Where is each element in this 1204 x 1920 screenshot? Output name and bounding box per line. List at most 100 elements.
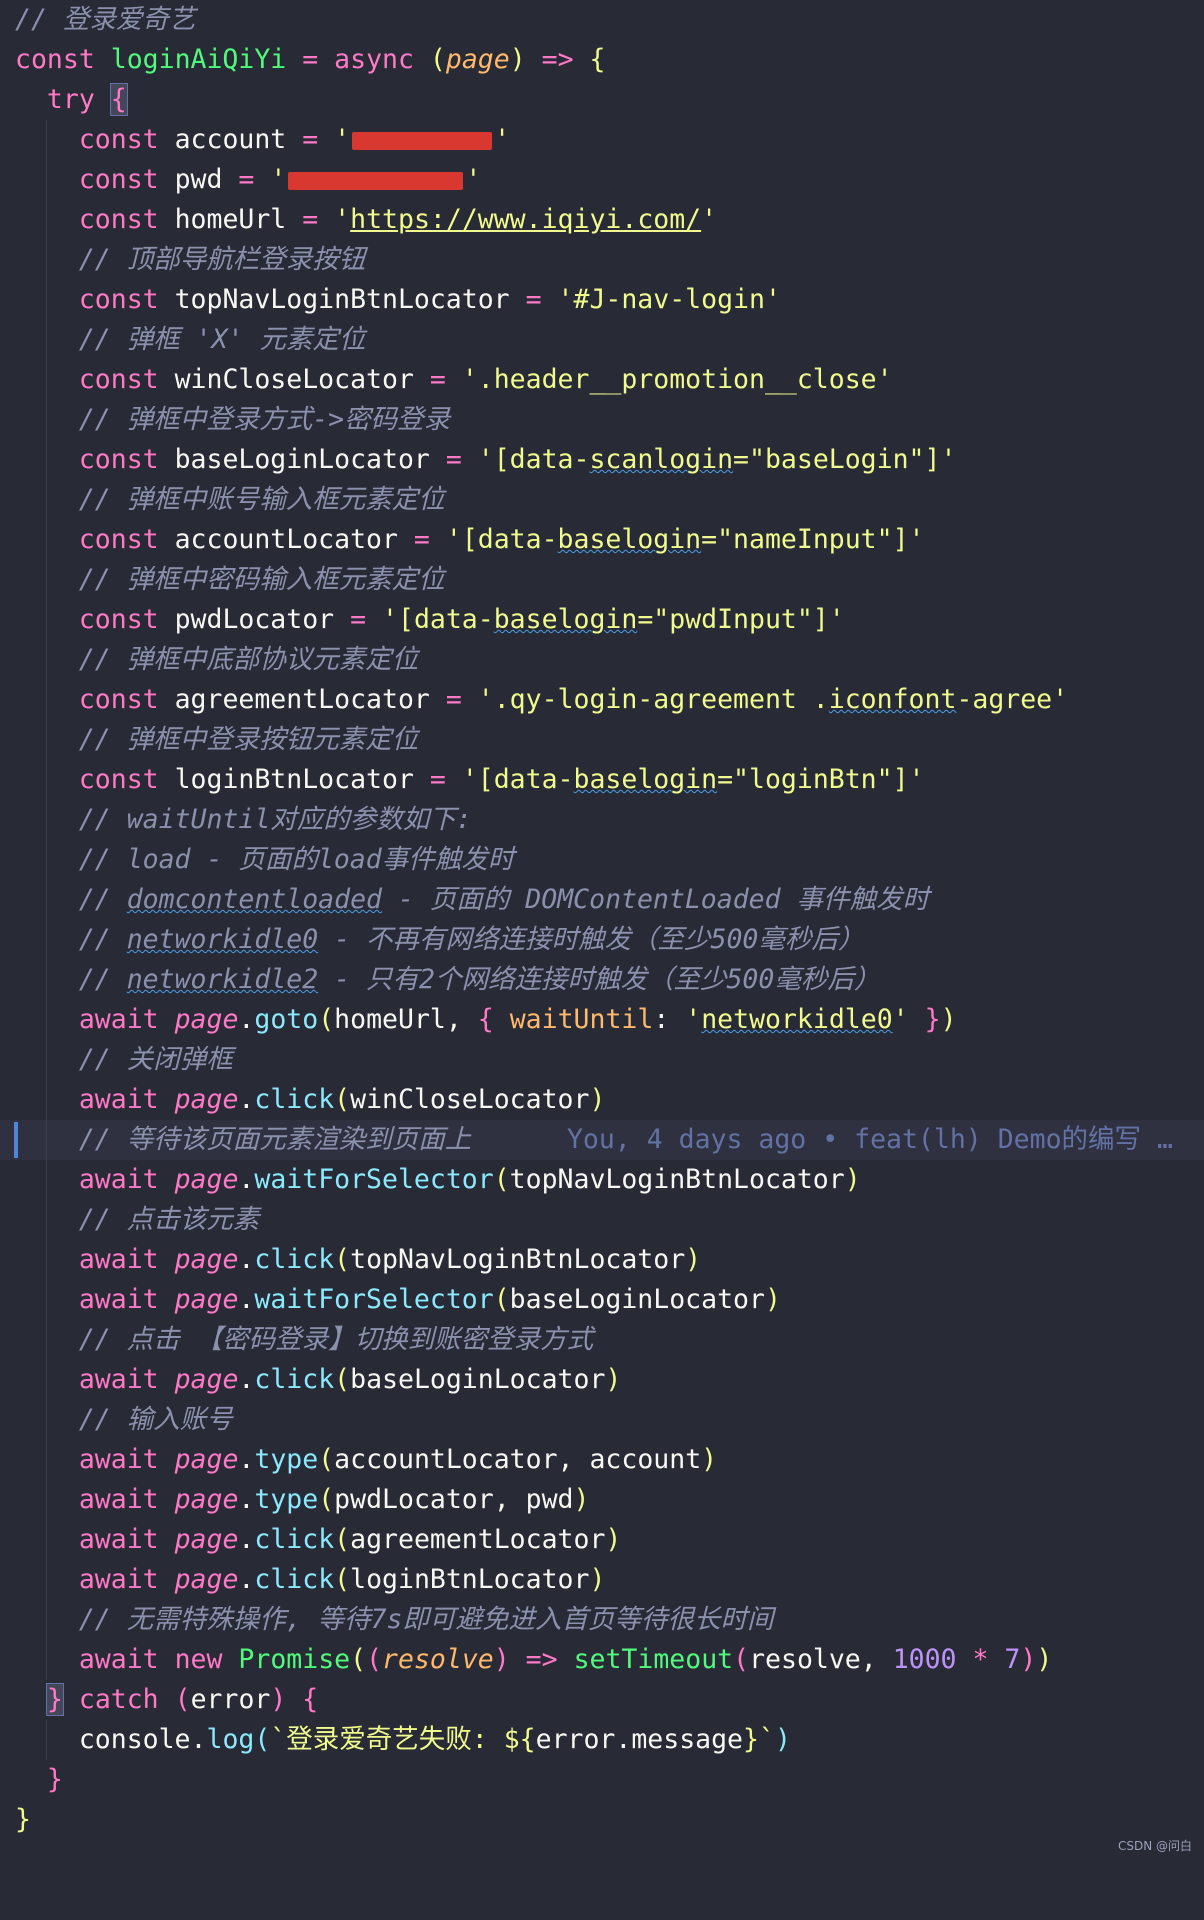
code-line: const account = ' ' — [0, 120, 1204, 160]
var-accountlocator: accountLocator — [174, 524, 398, 555]
code-line: // 点击该元素 — [0, 1200, 1204, 1240]
code-line: // load - 页面的load事件触发时 — [0, 840, 1204, 880]
comment: // networkidle0 - 不再有网络连接时触发（至少500毫秒后） — [78, 924, 865, 955]
comment: // 弹框中登录按钮元素定位 — [78, 724, 419, 755]
keyword-const: const — [78, 764, 159, 795]
comment: // domcontentloaded - 页面的 DOMContentLoad… — [78, 884, 930, 915]
code-line: // 无需特殊操作, 等待7s即可避免进入首页等待很长时间 — [0, 1600, 1204, 1640]
code-editor[interactable]: // 登录爱奇艺 const loginAiQiYi = async (page… — [0, 0, 1204, 1864]
var-baselogin: baseLoginLocator — [174, 444, 430, 475]
code-line: // 弹框中登录方式->密码登录 — [0, 400, 1204, 440]
redacted-value — [288, 171, 464, 190]
comment: // networkidle2 - 只有2个网络连接时触发（至少500毫秒后） — [78, 964, 881, 995]
spell-warning[interactable]: domcontentloaded — [127, 884, 382, 915]
string: '#J-nav-login' — [557, 284, 781, 315]
keyword-const: const — [78, 124, 159, 155]
active-line[interactable]: // 等待该页面元素渲染到页面上 You, 4 days ago • feat(… — [0, 1120, 1204, 1160]
redacted-value — [352, 131, 493, 150]
code-line: await page.click(winCloseLocator) — [0, 1080, 1204, 1120]
keyword-const: const — [78, 284, 159, 315]
method-call: click — [254, 1524, 335, 1555]
code-line: // waitUntil对应的参数如下: — [0, 800, 1204, 840]
watermark: CSDN @问白 — [1117, 1839, 1192, 1853]
page-object: page — [174, 1004, 239, 1035]
url-link[interactable]: https://www.iqiyi.com/ — [350, 204, 701, 235]
code-line: const topNavLoginBtnLocator = '#J-nav-lo… — [0, 280, 1204, 320]
method-call: click — [254, 1244, 335, 1275]
spell-warning[interactable]: networkidle0 — [127, 924, 318, 955]
string: '.header__promotion__close' — [461, 364, 893, 395]
keyword-const: const — [78, 164, 159, 195]
method-call: log — [206, 1724, 255, 1755]
code-line: const baseLoginLocator = '[data-scanlogi… — [0, 440, 1204, 480]
comment: // 弹框中登录方式->密码登录 — [78, 404, 451, 435]
code-line: // networkidle2 - 只有2个网络连接时触发（至少500毫秒后） — [0, 960, 1204, 1000]
keyword-const: const — [78, 204, 159, 235]
keyword-async: async — [334, 44, 414, 75]
code-line: // networkidle0 - 不再有网络连接时触发（至少500毫秒后） — [0, 920, 1204, 960]
comment: // 无需特殊操作, 等待7s即可避免进入首页等待很长时间 — [78, 1604, 774, 1635]
method-call: type — [254, 1444, 319, 1475]
comment: // 弹框 'X' 元素定位 — [78, 324, 366, 355]
spell-warning[interactable]: scanlogin — [589, 444, 733, 475]
spell-warning[interactable]: iconfont — [829, 684, 957, 715]
code-line: const loginAiQiYi = async (page) => { — [15, 44, 606, 75]
spell-warning[interactable]: networkidle2 — [127, 964, 318, 995]
comment: // 关闭弹框 — [78, 1044, 233, 1075]
comment: // 点击该元素 — [78, 1204, 260, 1235]
code-line: const homeUrl = 'https://www.iqiyi.com/' — [0, 200, 1204, 240]
comment: // load - 页面的load事件触发时 — [78, 844, 515, 875]
git-blame-annotation[interactable]: You, 4 days ago • feat(lh) Demo的编写 … — [567, 1124, 1173, 1155]
comment: // 登录爱奇艺 — [15, 4, 196, 35]
code-line: const agreementLocator = '.qy-login-agre… — [0, 680, 1204, 720]
spell-warning[interactable]: networkidle0 — [701, 1004, 892, 1035]
comment: // 点击 【密码登录】切换到账密登录方式 — [78, 1324, 594, 1355]
method-call: click — [254, 1564, 335, 1595]
function-call: setTimeout — [573, 1644, 734, 1675]
code-line: await page.click(loginBtnLocator) — [0, 1560, 1204, 1600]
comment: // waitUntil对应的参数如下: — [78, 804, 472, 835]
keyword-const: const — [78, 604, 159, 635]
keyword-const: const — [78, 444, 159, 475]
var-loginbtn: loginBtnLocator — [174, 764, 414, 795]
code-line: await page.click(topNavLoginBtnLocator) — [0, 1240, 1204, 1280]
code-line: await page.type(accountLocator, account) — [0, 1440, 1204, 1480]
code-line: // 登录爱奇艺 — [0, 0, 1204, 40]
var-pwdlocator: pwdLocator — [174, 604, 335, 635]
code-line: console.log(`登录爱奇艺失败: ${error.message}`) — [0, 1720, 1204, 1760]
code-line: await new Promise((resolve) => setTimeou… — [0, 1640, 1204, 1680]
code-line: // 输入账号 — [0, 1400, 1204, 1440]
function-name: loginAiQiYi — [110, 44, 287, 75]
var-homeurl: homeUrl — [174, 204, 287, 235]
code-line: await page.click(agreementLocator) — [0, 1520, 1204, 1560]
comment: // 弹框中账号输入框元素定位 — [78, 484, 445, 515]
code-line: await page.goto(homeUrl, { waitUntil: 'n… — [0, 1000, 1204, 1040]
class-promise: Promise — [238, 1644, 351, 1675]
code-line: // domcontentloaded - 页面的 DOMContentLoad… — [0, 880, 1204, 920]
var-topnav: topNavLoginBtnLocator — [174, 284, 510, 315]
spell-warning[interactable]: baselogin — [494, 604, 638, 635]
code-line: await page.waitForSelector(topNavLoginBt… — [0, 1160, 1204, 1200]
comment: // 输入账号 — [78, 1404, 233, 1435]
var-winclose: winCloseLocator — [174, 364, 414, 395]
spell-warning[interactable]: baselogin — [574, 764, 718, 795]
code-line: } — [15, 1804, 31, 1835]
param-page: page — [445, 44, 510, 75]
comment: // 弹框中密码输入框元素定位 — [78, 564, 445, 595]
keyword-try: try — [46, 84, 95, 115]
keyword-const: const — [15, 44, 95, 75]
code-line: const winCloseLocator = '.header__promot… — [0, 360, 1204, 400]
code-line: // 弹框中底部协议元素定位 — [0, 640, 1204, 680]
keyword-const: const — [78, 684, 159, 715]
var-agreement: agreementLocator — [174, 684, 430, 715]
code-line: // 弹框中密码输入框元素定位 — [0, 560, 1204, 600]
method-call: goto — [254, 1004, 319, 1035]
comment: // 弹框中底部协议元素定位 — [78, 644, 419, 675]
method-call: waitForSelector — [254, 1164, 494, 1195]
spell-warning[interactable]: baselogin — [558, 524, 702, 555]
code-line: await page.type(pwdLocator, pwd) — [0, 1480, 1204, 1520]
code-line: await page.click(baseLoginLocator) — [0, 1360, 1204, 1400]
code-line: // 关闭弹框 — [0, 1040, 1204, 1080]
comment: // 顶部导航栏登录按钮 — [78, 244, 366, 275]
code-line: // 顶部导航栏登录按钮 — [0, 240, 1204, 280]
